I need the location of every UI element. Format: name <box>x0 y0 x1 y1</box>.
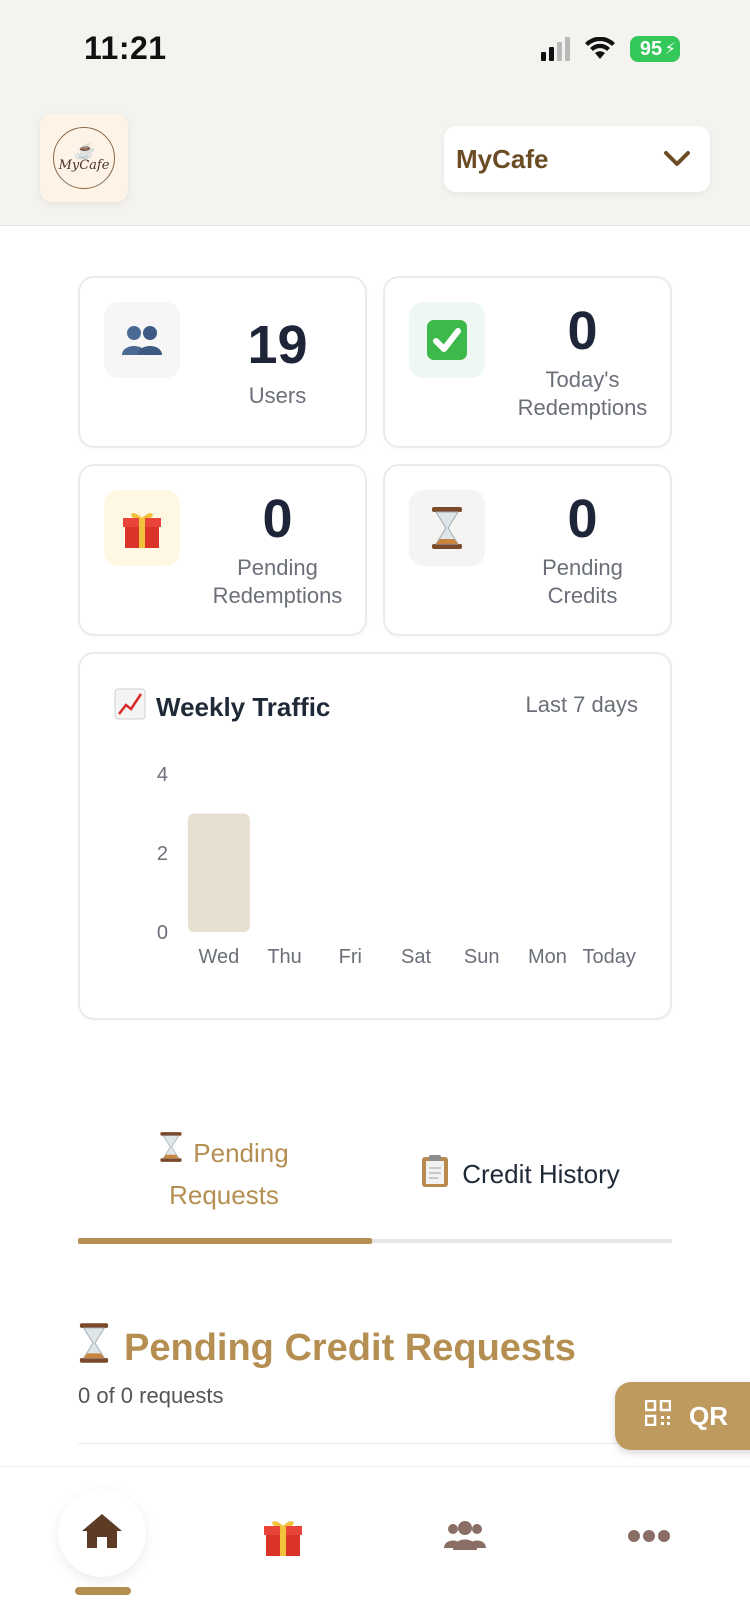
users-label: Users <box>248 383 307 408</box>
tab-history-label: Credit History <box>462 1159 620 1189</box>
hourglass-icon <box>409 490 485 566</box>
more-dots-icon <box>627 1529 671 1548</box>
bottom-navigation <box>0 1466 750 1623</box>
request-count: 0 of 0 requests <box>78 1383 224 1408</box>
coffee-cup-icon: ☕ <box>74 140 94 160</box>
x-tick-label: Thu <box>267 946 301 968</box>
nav-home[interactable] <box>58 1489 146 1577</box>
charging-bolt-icon: ⚡ <box>664 41 676 58</box>
tab-pending-requests[interactable]: Pending Requests <box>78 1130 370 1215</box>
pending-credits-label-2: Credits <box>547 583 618 608</box>
todays-redemptions-label-2: Redemptions <box>517 395 648 420</box>
status-icons: 95 ⚡ <box>541 36 680 62</box>
check-mark-icon <box>409 302 485 378</box>
todays-redemptions-label-1: Today's <box>545 367 620 392</box>
y-tick-label: 2 <box>157 843 168 865</box>
qr-code-icon <box>644 1399 672 1433</box>
pending-redemptions-label-1: Pending <box>237 555 318 580</box>
qr-button-label: QR <box>689 1400 728 1431</box>
stat-card-pending-credits[interactable]: 0 Pending Credits <box>383 464 672 636</box>
section-title-text: Pending Credit Requests <box>124 1326 576 1369</box>
battery-indicator: 95 ⚡ <box>630 36 680 62</box>
tab-underline-active <box>78 1238 372 1244</box>
section-heading: Pending Credit Requests <box>78 1322 576 1374</box>
nav-rewards[interactable] <box>238 1493 328 1583</box>
wifi-icon <box>584 37 616 61</box>
users-icon <box>104 302 180 378</box>
cafe-selector-dropdown[interactable]: MyCafe <box>444 126 710 192</box>
pending-credits-label-1: Pending <box>542 555 623 580</box>
cafe-selector-label: MyCafe <box>456 143 549 174</box>
tab-pending-label-2: Requests <box>169 1180 279 1210</box>
chevron-down-icon <box>662 144 692 174</box>
nav-active-indicator <box>75 1587 131 1595</box>
stat-card-users[interactable]: 19 Users <box>78 276 367 448</box>
pending-redemptions-count: 0 <box>262 489 293 549</box>
users-count: 19 <box>247 315 308 375</box>
y-tick-label: 0 <box>157 922 168 944</box>
weekly-traffic-card: Weekly Traffic Last 7 days 0 2 4 Wed Thu Fri S… <box>78 652 672 1020</box>
cellular-signal-icon <box>541 37 570 61</box>
status-time: 11:21 <box>84 30 167 66</box>
nav-users[interactable] <box>420 1493 510 1583</box>
tab-pending-label-1: Pending <box>193 1137 289 1168</box>
x-tick-label: Sun <box>464 946 500 968</box>
x-tick-label: Wed <box>198 946 239 968</box>
clipboard-icon <box>420 1154 450 1195</box>
todays-redemptions-count: 0 <box>567 301 598 361</box>
x-tick-label: Sat <box>401 946 431 968</box>
weekly-traffic-chart: 0 2 4 Wed Thu Fri Sat Sun Mon Today <box>157 764 636 968</box>
pending-credits-count: 0 <box>567 489 598 549</box>
pending-redemptions-label-2: Redemptions <box>212 583 343 608</box>
stat-card-todays-redemptions[interactable]: 0 Today's Redemptions <box>383 276 672 448</box>
gift-icon <box>104 490 180 566</box>
hourglass-icon <box>159 1130 183 1175</box>
nav-more[interactable] <box>604 1493 694 1583</box>
home-icon <box>80 1512 124 1555</box>
logo-badge: ☕ MyCafe <box>53 127 115 189</box>
traffic-bar-wed <box>187 813 250 932</box>
y-tick-label: 4 <box>157 764 168 786</box>
qr-scan-button[interactable]: QR <box>615 1382 750 1450</box>
cafe-logo[interactable]: ☕ MyCafe <box>40 114 128 202</box>
section-divider <box>78 1443 672 1444</box>
users-icon <box>443 1520 487 1557</box>
x-tick-label: Today <box>582 946 635 968</box>
app-header: 11:21 95 ⚡ ☕ MyCafe MyCafe <box>0 0 750 226</box>
stat-card-pending-redemptions[interactable]: 0 Pending Redemptions <box>78 464 367 636</box>
x-tick-label: Fri <box>339 946 362 968</box>
logo-text: MyCafe <box>58 157 110 173</box>
tab-credit-history[interactable]: Credit History <box>370 1154 670 1195</box>
hourglass-icon <box>78 1322 110 1374</box>
battery-level: 95 <box>639 37 663 60</box>
gift-icon <box>261 1514 305 1563</box>
x-tick-label: Mon <box>528 946 567 968</box>
